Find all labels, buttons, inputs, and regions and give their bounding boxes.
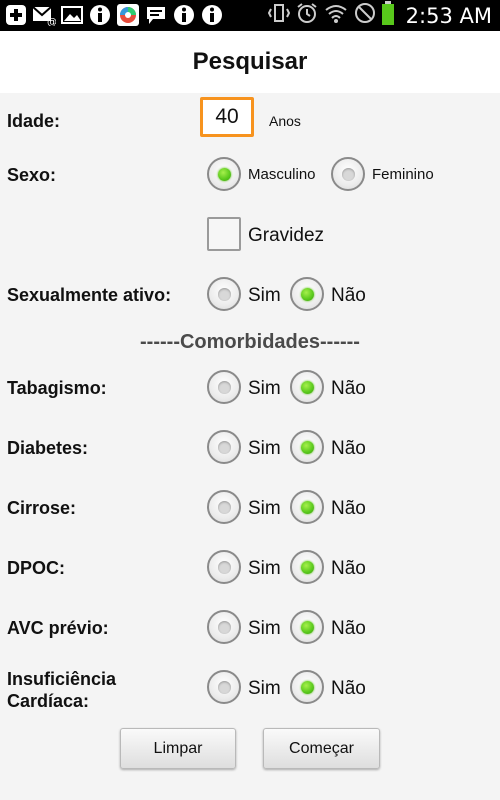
image-icon <box>60 3 84 27</box>
smoking-no-radio[interactable] <box>290 370 324 404</box>
sex-female-label[interactable]: Feminino <box>372 166 434 183</box>
clear-button[interactable]: Limpar <box>120 728 236 769</box>
heart-failure-label: Insuficiência Cardíaca: <box>7 668 116 712</box>
smoking-yes-label[interactable]: Sim <box>248 378 281 400</box>
sex-male-radio[interactable] <box>207 157 241 191</box>
battery-icon <box>381 1 394 30</box>
age-unit-label: Anos <box>269 113 301 129</box>
heart-failure-no-radio[interactable] <box>290 670 324 704</box>
diabetes-no-label[interactable]: Não <box>331 438 366 460</box>
wifi-icon <box>324 3 348 28</box>
smoking-no-label[interactable]: Não <box>331 378 366 400</box>
copd-yes-label[interactable]: Sim <box>248 558 281 580</box>
copd-yes-radio[interactable] <box>207 550 241 584</box>
email-icon: @ <box>32 3 56 27</box>
copd-no-radio[interactable] <box>290 550 324 584</box>
sexually-active-no-label[interactable]: Não <box>331 285 366 307</box>
stroke-no-radio[interactable] <box>290 610 324 644</box>
plus-icon <box>4 3 28 27</box>
sexually-active-yes-label[interactable]: Sim <box>248 285 281 307</box>
heart-failure-yes-radio[interactable] <box>207 670 241 704</box>
diabetes-yes-radio[interactable] <box>207 430 241 464</box>
heart-failure-yes-label[interactable]: Sim <box>248 678 281 700</box>
cirrhosis-yes-label[interactable]: Sim <box>248 498 281 520</box>
sex-label: Sexo: <box>7 165 57 185</box>
sex-male-label[interactable]: Masculino <box>248 166 316 183</box>
app-icon <box>116 3 140 27</box>
smoking-yes-radio[interactable] <box>207 370 241 404</box>
comorbidities-header: ------Comorbidades------ <box>140 331 360 353</box>
heart-failure-no-label[interactable]: Não <box>331 678 366 700</box>
stroke-yes-label[interactable]: Sim <box>248 618 281 640</box>
system-icons: 2:53 AM <box>267 0 492 31</box>
sexually-active-no-radio[interactable] <box>290 277 324 311</box>
vibrate-icon <box>267 3 290 28</box>
pregnancy-label[interactable]: Gravidez <box>248 225 324 247</box>
diabetes-yes-label[interactable]: Sim <box>248 438 281 460</box>
copd-label: DPOC: <box>7 558 65 578</box>
smoking-label: Tabagismo: <box>7 378 107 398</box>
stroke-yes-radio[interactable] <box>207 610 241 644</box>
cirrhosis-no-label[interactable]: Não <box>331 498 366 520</box>
info-icon <box>88 3 112 27</box>
clock: 2:53 AM <box>405 3 492 28</box>
age-input[interactable]: 40 <box>200 97 254 137</box>
alarm-icon <box>296 2 318 29</box>
copd-no-label[interactable]: Não <box>331 558 366 580</box>
sexually-active-yes-radio[interactable] <box>207 277 241 311</box>
diabetes-no-radio[interactable] <box>290 430 324 464</box>
svg-text:@: @ <box>47 17 56 26</box>
age-label: Idade: <box>7 111 61 131</box>
chat-icon <box>144 3 168 27</box>
notification-icons: @ <box>4 3 224 27</box>
cirrhosis-label: Cirrose: <box>7 498 77 518</box>
cirrhosis-no-radio[interactable] <box>290 490 324 524</box>
diabetes-label: Diabetes: <box>7 438 89 458</box>
pregnancy-checkbox[interactable] <box>207 217 241 251</box>
sexually-active-label: Sexualmente ativo: <box>7 285 172 305</box>
stroke-no-label[interactable]: Não <box>331 618 366 640</box>
heart-failure-label-line1: Insuficiência <box>7 669 117 689</box>
cirrhosis-yes-radio[interactable] <box>207 490 241 524</box>
info-icon <box>200 3 224 27</box>
page-title: Pesquisar <box>192 48 308 75</box>
title-bar: Pesquisar <box>0 31 500 93</box>
sex-female-radio[interactable] <box>331 157 365 191</box>
stroke-label: AVC prévio: <box>7 618 109 638</box>
no-signal-icon <box>354 2 376 29</box>
status-bar: @ 2:53 AM <box>0 0 500 31</box>
start-button[interactable]: Começar <box>263 728 380 769</box>
info-icon <box>172 3 196 27</box>
heart-failure-label-line2: Cardíaca: <box>7 691 90 711</box>
